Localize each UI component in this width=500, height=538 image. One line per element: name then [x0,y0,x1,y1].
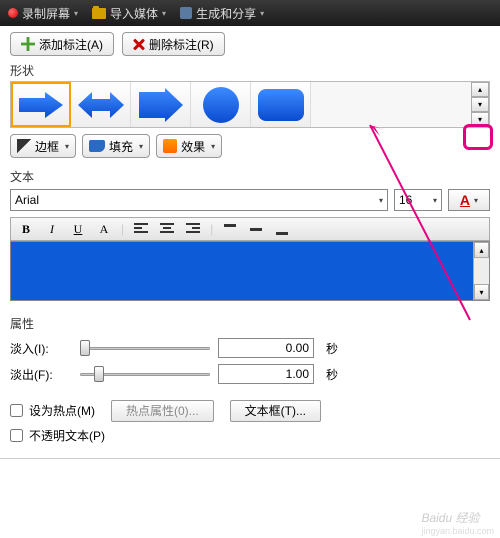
font-name-value: Arial [15,193,39,207]
menu-record-label: 录制屏幕 [22,5,70,22]
bold-button[interactable]: B [17,220,35,238]
scroll-up-button[interactable]: ▴ [474,242,489,258]
fadein-slider[interactable] [80,339,210,357]
menu-share-label: 生成和分享 [196,5,256,22]
chevron-down-icon: ▾ [65,142,69,151]
text-preview-area[interactable]: ▴ ▾ [10,241,490,301]
shape-section-label: 形状 [10,62,490,79]
fadeout-slider[interactable] [80,365,210,383]
hotspot-props-button[interactable]: 热点属性(0)... [111,400,214,422]
bucket-icon [89,140,105,152]
fadein-unit: 秒 [326,340,338,357]
valign-top-button[interactable] [221,220,239,238]
chevron-down-icon: ▾ [211,142,215,151]
valign-bottom-button[interactable] [273,220,291,238]
fadein-label: 淡入(I): [10,340,72,357]
record-icon [8,8,18,18]
fadeout-label: 淡出(F): [10,366,72,383]
format-toolbar: B I U A | | [10,217,490,241]
border-button[interactable]: 边框 ▾ [10,134,76,158]
chevron-down-icon: ▾ [260,9,264,18]
align-left-button[interactable] [132,220,150,238]
align-right-button[interactable] [184,220,202,238]
textbox-button[interactable]: 文本框(T)... [230,400,321,422]
shape-gallery: ▴ ▾ ▾ [10,81,490,128]
valign-middle-button[interactable] [247,220,265,238]
shape-rounded-rect[interactable] [251,82,311,127]
add-callout-button[interactable]: 添加标注(A) [10,32,114,56]
watermark-main: Baidu 经验 [421,511,479,525]
remove-callout-label: 删除标注(R) [149,36,214,53]
effects-button[interactable]: 效果 ▾ [156,134,222,158]
shape-arrow-wide[interactable] [131,82,191,127]
menu-import-label: 导入媒体 [110,5,158,22]
chevron-down-icon: ▾ [162,9,166,18]
shape-circle[interactable] [191,82,251,127]
hotspot-checkbox-row[interactable]: 设为热点(M) [10,402,95,419]
font-size-value: 16 [399,193,412,207]
folder-icon [92,8,106,19]
chevron-down-icon: ▾ [474,196,478,205]
properties-section-label: 属性 [10,315,490,332]
text-section-label: 文本 [10,168,490,185]
shape-scroll-up[interactable]: ▴ [471,82,489,97]
shape-arrow-right[interactable] [11,82,71,127]
add-callout-label: 添加标注(A) [39,36,103,53]
border-label: 边框 [35,138,59,155]
share-icon [180,7,192,19]
font-size-select[interactable]: 16 ▾ [394,189,442,211]
effects-label: 效果 [181,138,205,155]
italic-button[interactable]: I [43,220,61,238]
shape-scroll-down[interactable]: ▾ [471,97,489,112]
hotspot-checkbox[interactable] [10,404,23,417]
chevron-down-icon: ▾ [139,142,143,151]
opaque-checkbox[interactable] [10,429,23,442]
shape-scroller-buttons: ▴ ▾ ▾ [471,82,489,127]
main-menubar: 录制屏幕 ▾ 导入媒体 ▾ 生成和分享 ▾ [0,0,500,26]
shape-scroll-more[interactable]: ▾ [471,112,489,127]
watermark-sub: jingyan.baidu.com [421,526,494,536]
align-center-button[interactable] [158,220,176,238]
effects-icon [163,139,177,153]
underline-button[interactable]: U [69,220,87,238]
shape-arrow-double[interactable] [71,82,131,127]
x-icon [133,38,145,50]
callout-panel: 添加标注(A) 删除标注(R) 形状 ▴ [0,26,500,459]
font-color-icon: A [460,192,470,208]
pen-icon [17,139,31,153]
font-color-button[interactable]: A ▾ [448,189,490,211]
watermark: Baidu 经验 jingyan.baidu.com [421,509,494,536]
fadeout-unit: 秒 [326,366,338,383]
font-select[interactable]: Arial ▾ [10,189,388,211]
hotspot-label: 设为热点(M) [29,402,95,419]
fill-label: 填充 [109,138,133,155]
text-preview-scrollbar[interactable]: ▴ ▾ [473,242,489,300]
menu-share[interactable]: 生成和分享 ▾ [180,5,264,22]
chevron-down-icon: ▾ [74,9,78,18]
menu-record[interactable]: 录制屏幕 ▾ [8,5,78,22]
scroll-down-button[interactable]: ▾ [474,284,489,300]
plus-icon [21,37,35,51]
opaque-label: 不透明文本(P) [29,427,105,444]
font-color-inline[interactable]: A [95,220,113,238]
fadein-input[interactable] [218,338,314,358]
chevron-down-icon: ▾ [379,196,383,205]
chevron-down-icon: ▾ [433,196,437,205]
menu-import[interactable]: 导入媒体 ▾ [92,5,166,22]
opaque-checkbox-row[interactable]: 不透明文本(P) [10,427,490,444]
remove-callout-button[interactable]: 删除标注(R) [122,32,225,56]
fill-button[interactable]: 填充 ▾ [82,134,150,158]
fadeout-input[interactable] [218,364,314,384]
